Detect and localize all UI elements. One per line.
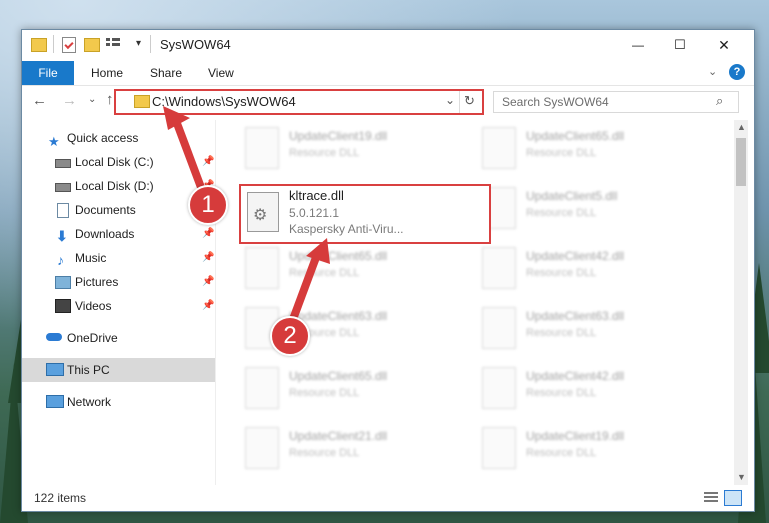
annotation-arrows <box>163 106 330 324</box>
step-1-badge: 1 <box>188 185 228 225</box>
arrow-step-1 <box>163 106 209 200</box>
arrow-step-2 <box>288 238 330 324</box>
step-2-badge: 2 <box>270 316 310 356</box>
